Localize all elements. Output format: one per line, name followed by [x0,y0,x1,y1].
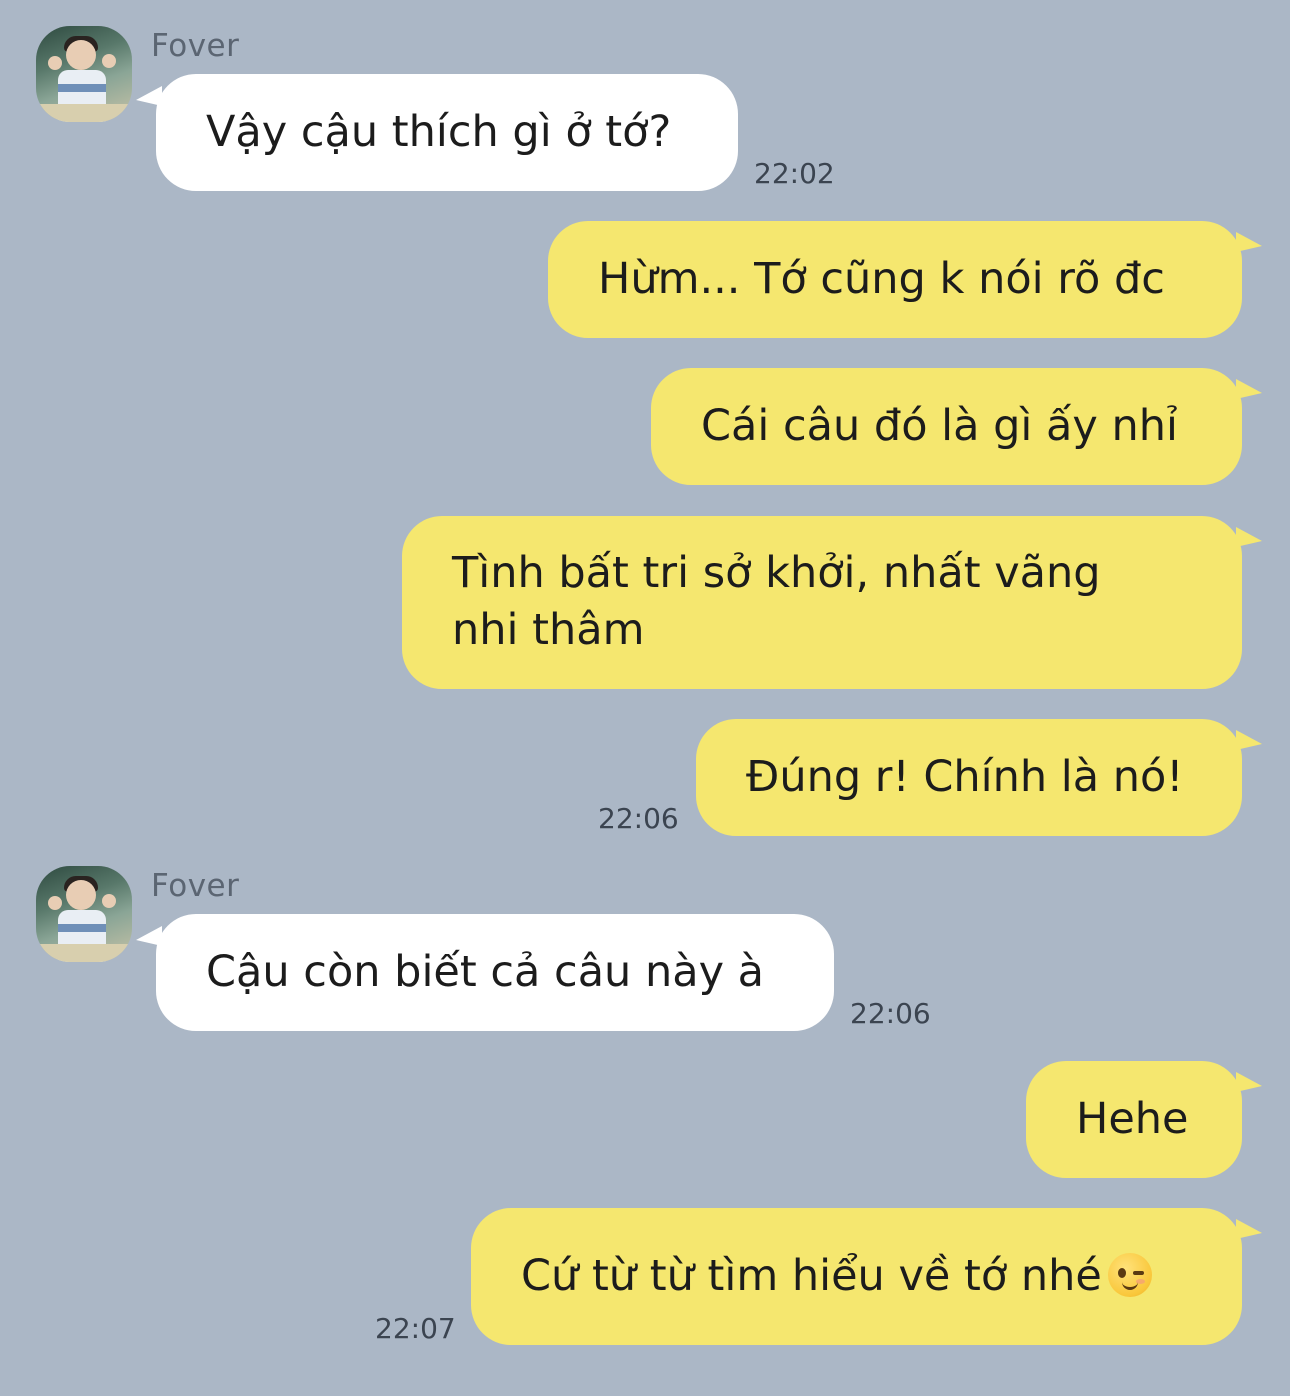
avatar[interactable] [36,866,132,962]
message-bubble-outgoing[interactable]: Cái câu đó là gì ấy nhỉ [651,368,1242,485]
message-text: Cậu còn biết cả câu này à [206,947,765,997]
avatar[interactable] [36,26,132,122]
message-bubble-outgoing[interactable]: Tình bất tri sở khởi, nhất vãng nhi thâm [402,516,1242,689]
message-text: Đúng r! Chính là nó! [746,752,1184,802]
bubble-tail [1236,379,1262,399]
message-text: Cứ từ từ tìm hiểu về tớ nhé [521,1251,1102,1301]
message-text-line: Tình bất tri sở khởi, nhất vãng [452,548,1101,598]
message-timestamp: 22:06 [598,802,679,835]
sender-name: Fover [151,868,240,904]
message-bubble-outgoing[interactable]: Hừm... Tớ cũng k nói rõ đc [548,221,1242,338]
message-bubble-outgoing[interactable]: Cứ từ từ tìm hiểu về tớ nhé [471,1208,1242,1345]
message-text-line: nhi thâm [452,605,645,655]
bubble-tail [1236,1072,1262,1092]
message-bubble-incoming[interactable]: Vậy cậu thích gì ở tớ? [156,74,738,191]
message-bubble-incoming[interactable]: Cậu còn biết cả câu này à [156,914,834,1031]
message-text: Cái câu đó là gì ấy nhỉ [701,401,1178,451]
message-text: Hehe [1076,1094,1189,1144]
winking-face-icon [1107,1253,1152,1297]
bubble-tail [1236,232,1262,252]
bubble-tail [1236,527,1262,547]
message-bubble-outgoing[interactable]: Hehe [1026,1061,1242,1178]
message-text: Hừm... Tớ cũng k nói rõ đc [598,254,1165,304]
message-bubble-outgoing[interactable]: Đúng r! Chính là nó! [696,719,1242,836]
message-timestamp: 22:02 [754,157,835,190]
message-timestamp: 22:06 [850,997,931,1030]
bubble-tail [1236,730,1262,750]
message-text: Vậy cậu thích gì ở tớ? [206,107,672,157]
bubble-tail [1236,1219,1262,1239]
message-timestamp: 22:07 [375,1312,456,1345]
sender-name: Fover [151,28,240,64]
